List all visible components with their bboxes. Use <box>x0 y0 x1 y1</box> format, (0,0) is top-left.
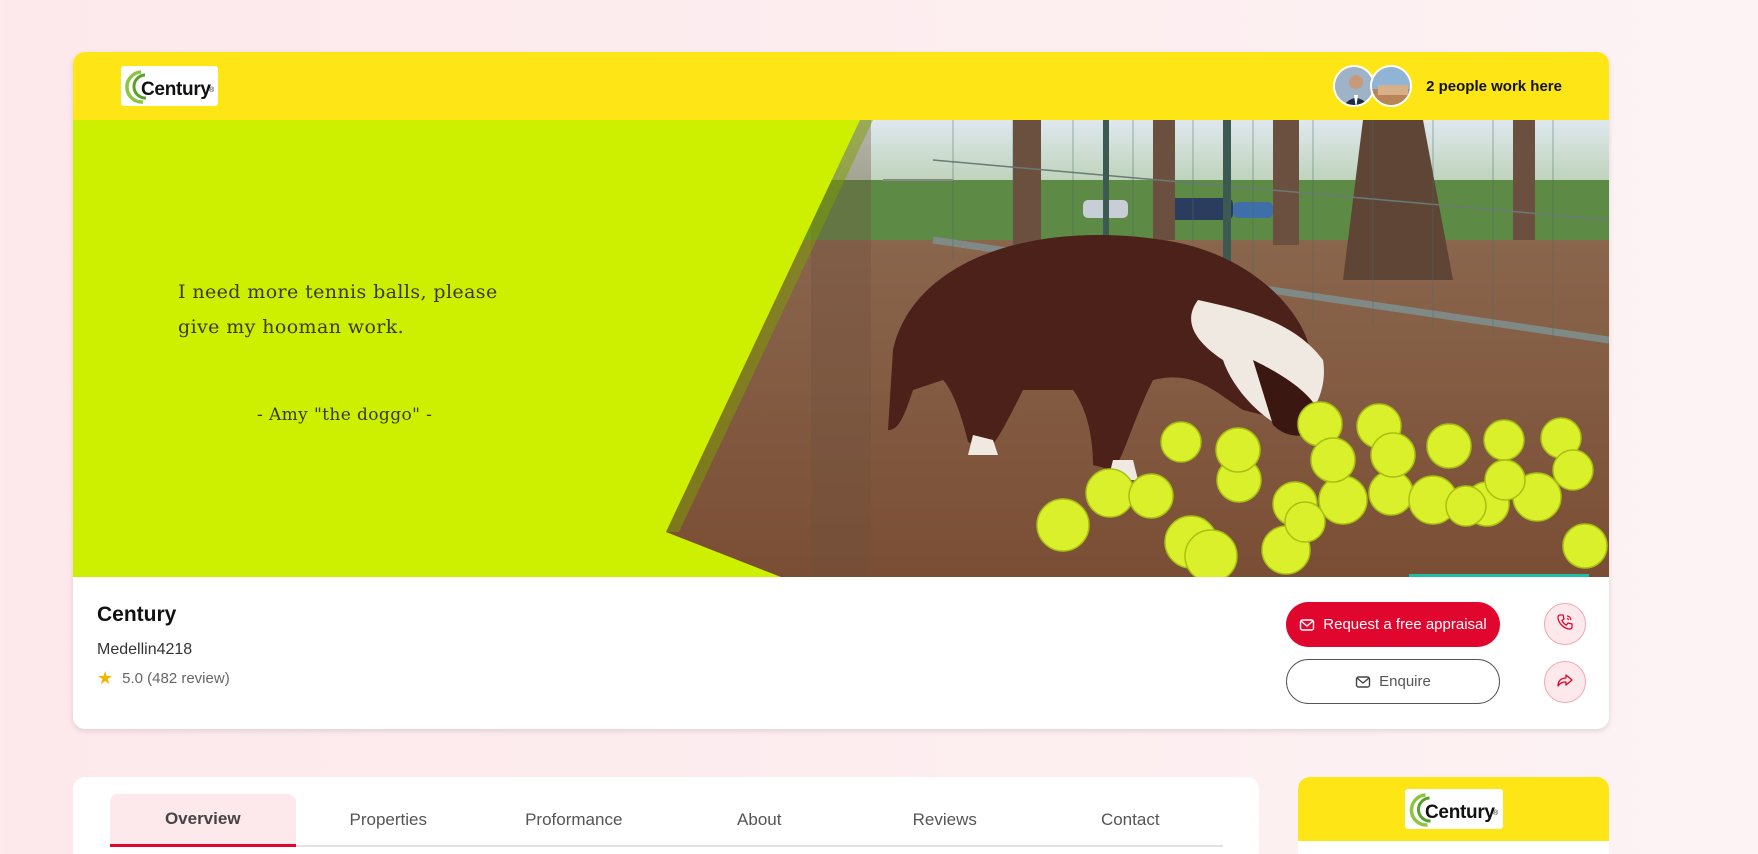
logo-text: Century <box>1425 802 1495 823</box>
agency-card: Century ® 2 people work here I need more… <box>73 52 1609 729</box>
tab-properties[interactable]: Properties <box>296 794 482 845</box>
share-icon <box>1556 671 1574 694</box>
rating-text: 5.0 (482 review) <box>122 670 230 687</box>
enquire-label: Enquire <box>1379 673 1431 690</box>
agency-name: Century <box>97 603 177 626</box>
phone-icon <box>1556 613 1574 636</box>
banner-image <box>73 120 1609 577</box>
sidebar-header-bar: Century ® <box>1298 777 1609 841</box>
mail-icon <box>1299 617 1315 633</box>
logo-text: Century <box>141 79 211 100</box>
star-icon: ★ <box>97 668 114 688</box>
logo-registered-mark: ® <box>209 87 215 94</box>
tab-about[interactable]: About <box>667 794 853 845</box>
cover-banner: I need more tennis balls, please give my… <box>73 120 1609 577</box>
logo-registered-mark: ® <box>1493 810 1499 817</box>
people-count-text: 2 people work here <box>1426 77 1562 95</box>
tab-reviews[interactable]: Reviews <box>852 794 1038 845</box>
profile-tabs-card: Overview Properties Proformance About Re… <box>73 777 1259 854</box>
agency-rating[interactable]: ★ 5.0 (482 review) <box>97 668 230 689</box>
sidebar-agency-card: Century ® <box>1298 777 1609 854</box>
tab-contact[interactable]: Contact <box>1038 794 1224 845</box>
team-members[interactable]: 2 people work here <box>1333 64 1562 108</box>
phone-button[interactable] <box>1544 603 1586 645</box>
tab-overview[interactable]: Overview <box>110 794 296 847</box>
agency-header-bar: Century ® 2 people work here <box>73 52 1609 120</box>
request-appraisal-button[interactable]: Request a free appraisal <box>1286 602 1500 647</box>
banner-quote: I need more tennis balls, please give my… <box>178 281 498 338</box>
avatar[interactable] <box>1333 65 1376 107</box>
banner-quote-author: - Amy "the doggo" - <box>257 405 433 425</box>
century-logo[interactable]: Century ® <box>121 66 218 106</box>
avatar[interactable] <box>1370 65 1413 107</box>
tab-proformance[interactable]: Proformance <box>481 794 667 845</box>
profile-tabs: Overview Properties Proformance About Re… <box>110 794 1223 847</box>
mail-icon <box>1355 674 1371 690</box>
share-button[interactable] <box>1544 661 1586 703</box>
enquire-button[interactable]: Enquire <box>1286 659 1500 704</box>
request-appraisal-label: Request a free appraisal <box>1323 616 1487 633</box>
century-logo[interactable]: Century ® <box>1405 789 1503 829</box>
agency-location: Medellin4218 <box>97 641 193 658</box>
